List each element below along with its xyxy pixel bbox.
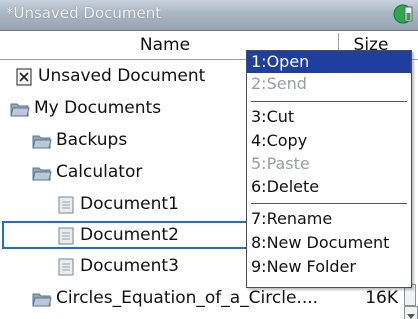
menu-item-rename[interactable]: 7:Rename xyxy=(247,208,411,230)
menu-item-send[interactable]: 2:Send xyxy=(247,73,411,95)
list-item-label: Calculator xyxy=(56,162,143,182)
list-item-label: Document2 xyxy=(80,225,179,245)
folder-icon xyxy=(32,135,52,149)
menu-item-paste[interactable]: 5:Paste xyxy=(247,153,411,175)
document-icon xyxy=(58,196,74,214)
chevron-down-icon xyxy=(407,314,415,319)
folder-open-icon xyxy=(10,103,30,117)
scroll-down-button[interactable] xyxy=(404,306,418,319)
title-bar: *Unsaved Document xyxy=(0,0,418,31)
context-menu: 1:Open 2:Send 3:Cut 4:Copy 5:Paste 6:Del… xyxy=(246,50,412,288)
list-item-label: Document1 xyxy=(80,194,179,214)
list-item[interactable]: Circles_Equation_of_a_Circle.... 16K xyxy=(0,285,418,315)
document-icon xyxy=(58,258,74,276)
list-item-label: Backups xyxy=(56,130,128,150)
menu-item-cut[interactable]: 3:Cut xyxy=(247,106,411,128)
list-item-label: Unsaved Document xyxy=(38,66,206,86)
menu-item-open[interactable]: 1:Open xyxy=(247,51,411,73)
unsaved-document-icon xyxy=(16,68,32,86)
document-icon xyxy=(58,227,74,245)
menu-item-new-document[interactable]: 8:New Document xyxy=(247,232,411,254)
folder-icon xyxy=(32,167,52,181)
menu-divider xyxy=(251,203,407,204)
list-item-label: My Documents xyxy=(34,98,162,118)
battery-status-icon xyxy=(393,4,413,24)
menu-item-copy[interactable]: 4:Copy xyxy=(247,130,411,152)
window-title: *Unsaved Document xyxy=(6,4,162,22)
file-browser-screen: *Unsaved Document Name Size Unsaved Docu… xyxy=(0,0,418,319)
menu-divider xyxy=(251,101,407,102)
menu-item-new-folder[interactable]: 9:New Folder xyxy=(247,256,411,278)
list-item-label: Circles_Equation_of_a_Circle.... xyxy=(56,288,319,308)
folder-icon xyxy=(32,293,52,307)
list-item-label: Document3 xyxy=(80,256,179,276)
menu-item-delete[interactable]: 6:Delete xyxy=(247,176,411,198)
file-size: 16K xyxy=(365,288,398,308)
